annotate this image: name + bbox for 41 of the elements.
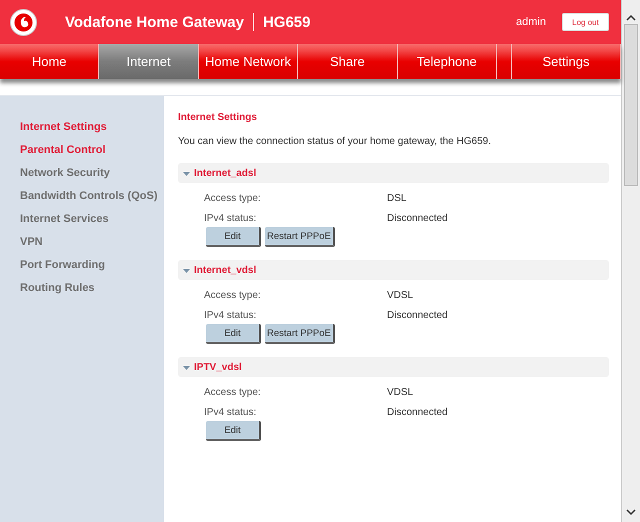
sidebar-item[interactable]: Routing Rules <box>20 281 95 295</box>
field-value: Disconnected <box>387 407 449 418</box>
field-value: Disconnected <box>387 310 449 321</box>
field-label: Access type: <box>204 387 262 398</box>
field-label: IPv4 status: <box>204 213 258 224</box>
field-value: VDSL <box>387 290 414 301</box>
field-label: IPv4 status: <box>204 310 258 321</box>
action-button[interactable]: Edit <box>206 324 261 344</box>
nav-tab[interactable]: Internet <box>99 44 199 79</box>
username: admin <box>516 16 546 28</box>
page-title: Internet Settings <box>178 112 258 123</box>
field-label: Access type: <box>204 193 262 204</box>
sidebar-item[interactable]: Bandwidth Controls (QoS) <box>20 189 158 203</box>
sidebar-item[interactable]: Network Security <box>20 166 110 180</box>
scrollbar-thumb[interactable] <box>624 24 638 186</box>
field-value: VDSL <box>387 387 414 398</box>
field-value: Disconnected <box>387 213 449 224</box>
nav-tab[interactable]: Share <box>298 44 398 79</box>
sidebar-item[interactable]: VPN <box>20 235 43 249</box>
field-label: Access type: <box>204 290 262 301</box>
brand-title: Vodafone Home Gateway <box>65 14 244 30</box>
section-header[interactable]: Internet_vdsl <box>178 260 609 280</box>
description: You can view the connection status of your home gateway, the HG659. <box>178 136 492 147</box>
sidebar-item[interactable]: Internet Services <box>20 212 109 226</box>
nav-tab[interactable]: Home Network <box>198 44 298 79</box>
sidebar-item[interactable]: Internet Settings <box>20 120 107 134</box>
nav-tab[interactable]: Telephone <box>398 44 497 79</box>
action-button[interactable]: Restart PPPoE <box>265 227 335 247</box>
sidebar-item[interactable]: Port Forwarding <box>20 258 105 272</box>
sidebar-item[interactable]: Parental Control <box>20 143 106 157</box>
section-header[interactable]: Internet_adsl <box>178 163 609 183</box>
field-value: DSL <box>387 193 408 204</box>
action-button[interactable]: Edit <box>206 421 261 441</box>
scrollbar[interactable] <box>621 0 640 522</box>
field-label: IPv4 status: <box>204 407 258 418</box>
model-name: HG659 <box>262 14 310 30</box>
section-header[interactable]: IPTV_vdsl <box>178 357 609 377</box>
logo-icon <box>10 8 37 36</box>
action-button[interactable]: Restart PPPoE <box>265 324 335 344</box>
logout-button[interactable]: Log out <box>562 13 609 31</box>
action-button[interactable]: Edit <box>206 227 261 247</box>
